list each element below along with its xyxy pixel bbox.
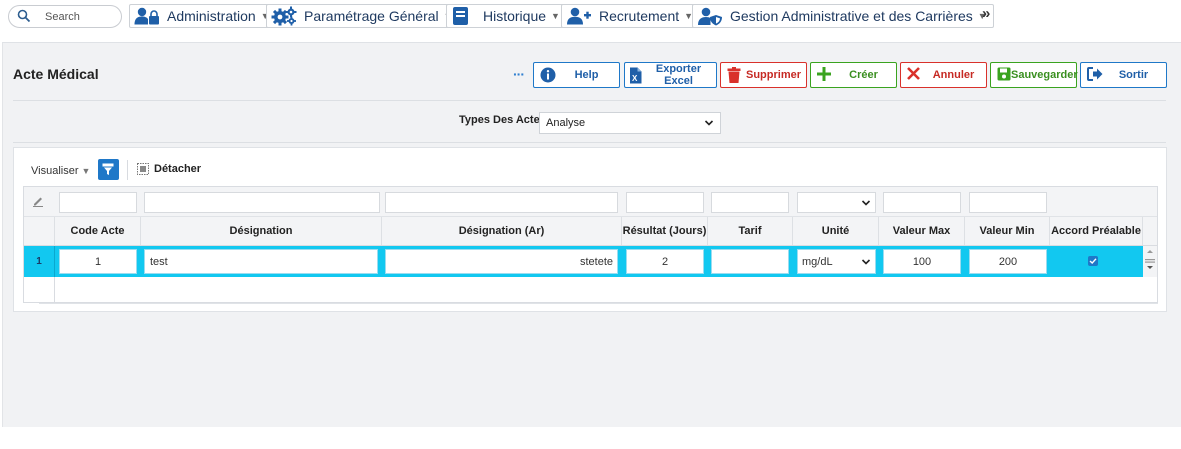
visualiser-label: Visualiser <box>31 165 79 177</box>
filter-resultat[interactable] <box>626 192 704 213</box>
gears-icon <box>271 6 297 26</box>
detacher-button[interactable]: Détacher <box>137 163 201 175</box>
nav-recrutement-label: Recrutement <box>599 8 680 24</box>
nav-administration-label: Administration <box>167 8 256 24</box>
detach-window-icon <box>137 163 149 175</box>
types-actes-value: Analyse <box>546 117 586 129</box>
export-excel-button[interactable]: X Exporter Excel <box>624 62 717 88</box>
delete-button-label: Supprimer <box>745 69 801 81</box>
cell-tarif[interactable] <box>711 249 789 274</box>
header-code-acte[interactable]: Code Acte <box>55 217 141 245</box>
header-rownum <box>24 217 55 245</box>
grid-toolbar: Visualiser ▼ Détacher <box>14 148 1166 186</box>
cell-code-acte[interactable]: 1 <box>59 249 137 274</box>
grid-bottom-border <box>39 303 1158 304</box>
header-resultat[interactable]: Résultat (Jours) <box>622 217 708 245</box>
cancel-button[interactable]: Annuler <box>900 62 987 88</box>
row-number-column <box>24 277 55 302</box>
filter-icon <box>102 163 115 176</box>
save-button[interactable]: Sauvegarder <box>990 62 1078 88</box>
create-button-label: Créer <box>849 69 878 81</box>
user-plus-icon <box>566 7 592 25</box>
cell-designation-ar[interactable]: stetete <box>385 249 618 274</box>
nav-parametrage-label: Paramétrage Général <box>304 8 439 24</box>
cell-unite-value: mg/dL <box>802 255 833 268</box>
filter-valeur-min[interactable] <box>969 192 1047 213</box>
search-input[interactable] <box>45 8 117 25</box>
search-icon <box>17 9 31 26</box>
vertical-scrollbar[interactable] <box>1143 246 1157 277</box>
pencil-icon <box>32 195 44 210</box>
nav-historique-label: Historique <box>483 8 547 24</box>
grid-header-row: Code Acte Désignation Désignation (Ar) R… <box>24 217 1157 246</box>
header-valeur-max[interactable]: Valeur Max <box>879 217 965 245</box>
nav-gestion-label: Gestion Administrative et des Carrières <box>730 8 973 24</box>
filter-unite[interactable] <box>797 192 876 213</box>
nav-parametrage-general[interactable]: Paramétrage Général ▼ <box>266 4 460 28</box>
detacher-label: Détacher <box>154 163 202 175</box>
filter-valeur-max[interactable] <box>883 192 961 213</box>
exit-button-label: Sortir <box>1118 69 1149 81</box>
checkbox-checked-icon <box>1088 256 1098 266</box>
header-designation[interactable]: Désignation <box>141 217 382 245</box>
filter-designation-ar[interactable] <box>385 192 618 213</box>
save-button-label: Sauvegarder <box>1011 69 1078 81</box>
accord-prealable-checkbox[interactable] <box>1088 256 1098 266</box>
search-box[interactable] <box>8 5 122 28</box>
chevron-down-icon <box>861 257 871 270</box>
more-options-dots[interactable]: ··· <box>513 66 525 82</box>
types-actes-label: Types Des Actes <box>459 114 546 126</box>
help-button-label: Help <box>574 69 599 81</box>
book-icon <box>451 6 471 26</box>
divider <box>13 142 1166 143</box>
divider <box>13 100 1166 101</box>
chevron-down-icon <box>704 118 714 131</box>
nav-gestion-administrative[interactable]: Gestion Administrative et des Carrières … <box>692 4 994 28</box>
grid-container: Visualiser ▼ Détacher Code Acte Désignat… <box>13 147 1167 312</box>
visualiser-dropdown[interactable]: Visualiser ▼ <box>31 165 90 177</box>
table-row[interactable]: 1 test stetete 2 mg/dL 100 200 <box>24 246 1143 277</box>
main-panel: Acte Médical ··· Help X Exporter Excel S… <box>2 42 1181 427</box>
caret-down-icon: ▼ <box>551 11 560 21</box>
delete-button[interactable]: Supprimer <box>720 62 807 88</box>
filter-designation[interactable] <box>144 192 380 213</box>
cell-unite-select[interactable]: mg/dL <box>797 249 876 274</box>
filter-tarif[interactable] <box>711 192 789 213</box>
exit-button[interactable]: Sortir <box>1080 62 1167 88</box>
chevron-down-icon <box>861 197 871 211</box>
cancel-button-label: Annuler <box>932 69 975 81</box>
nav-recrutement[interactable]: Recrutement ▼ <box>561 4 701 28</box>
export-excel-label: Exporter Excel <box>655 63 702 87</box>
more-menu-chevron-icon[interactable]: » <box>982 5 990 22</box>
nav-historique[interactable]: Historique ▼ <box>446 4 567 28</box>
header-unite[interactable]: Unité <box>793 217 879 245</box>
cell-valeur-max[interactable]: 100 <box>883 249 961 274</box>
toolbar-divider <box>127 160 128 180</box>
scroll-arrows-icon <box>1145 250 1155 269</box>
help-button[interactable]: Help <box>533 62 620 88</box>
nav-administration[interactable]: Administration ▼ <box>129 4 277 28</box>
create-button[interactable]: Créer <box>810 62 897 88</box>
header-designation-ar[interactable]: Désignation (Ar) <box>382 217 622 245</box>
header-valeur-min[interactable]: Valeur Min <box>965 217 1050 245</box>
header-tarif[interactable]: Tarif <box>708 217 793 245</box>
grid-filter-row <box>24 187 1157 217</box>
header-accord-prealable[interactable]: Accord Préalable <box>1050 217 1143 245</box>
page-title: Acte Médical <box>13 66 99 82</box>
cell-resultat[interactable]: 2 <box>626 249 704 274</box>
user-lock-icon <box>134 7 160 25</box>
cell-valeur-min[interactable]: 200 <box>969 249 1047 274</box>
types-actes-select[interactable]: Analyse <box>539 112 721 134</box>
filter-toggle-button[interactable] <box>98 159 119 180</box>
caret-down-icon: ▼ <box>81 166 91 176</box>
data-grid: Code Acte Désignation Désignation (Ar) R… <box>23 186 1158 303</box>
row-number: 1 <box>24 246 55 277</box>
cell-designation[interactable]: test <box>144 249 378 274</box>
top-navigation: Administration ▼ Paramétrage Général ▼ H… <box>0 0 1181 34</box>
filter-code-acte[interactable] <box>59 192 137 213</box>
user-shield-icon <box>697 7 723 26</box>
